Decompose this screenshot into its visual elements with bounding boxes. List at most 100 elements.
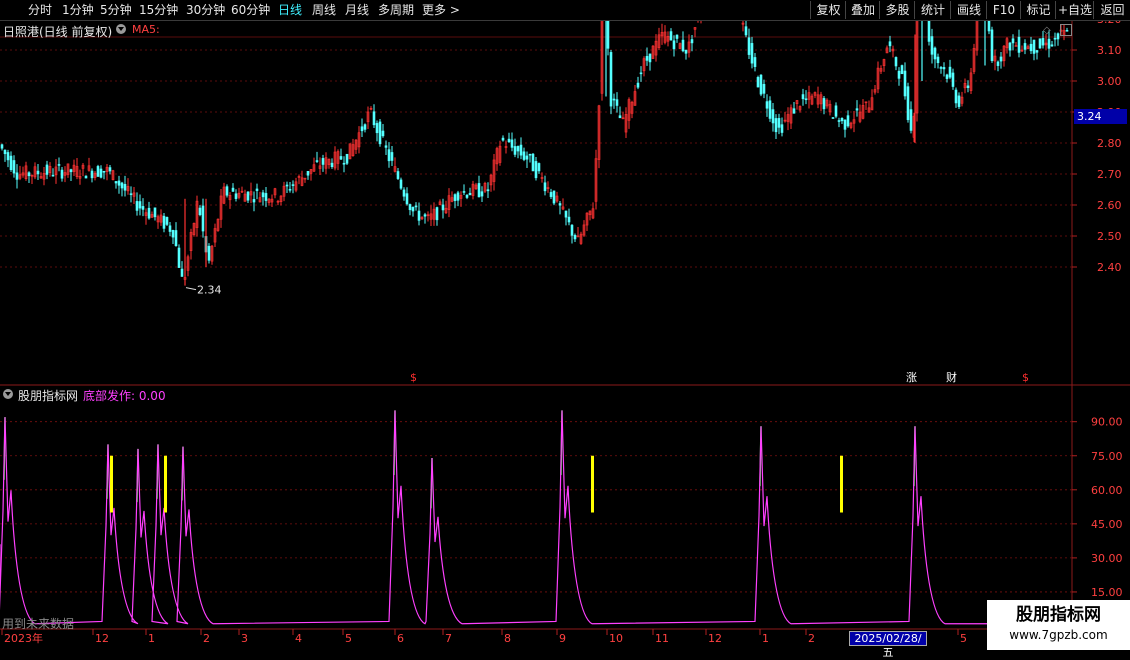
toolbar-button-4[interactable]: 画线 [950,1,987,19]
candle-body [411,206,415,212]
candle-body [951,72,955,87]
candle-body [522,151,526,160]
candle-body [99,168,103,178]
candle-body [165,217,169,225]
candle-body [558,203,562,206]
toolbar-tab-6[interactable]: 日线 [278,1,302,19]
candle-body [1056,33,1060,40]
candle-body [381,130,385,137]
candle-body [549,192,553,197]
toolbar-tab-5[interactable]: 60分钟 [231,1,270,19]
candle-body [906,86,910,121]
toolbar-button-0[interactable]: 复权 [810,1,846,19]
toolbar-button-6[interactable]: 标记 [1020,1,1056,19]
price-tick-label: 2.70 [1097,168,1122,181]
candle-body [990,29,994,61]
candle-body [207,245,211,261]
candle-body [3,149,7,155]
time-axis-label: 3 [241,632,248,645]
candle-body [345,153,349,164]
candle-body [537,163,541,172]
panel-toggle-icon[interactable] [1060,24,1072,36]
indicator-tick-label: 15.00 [1091,586,1123,599]
time-axis-label: 1 [148,632,155,645]
candle-body [84,175,88,179]
toolbar-tab-1[interactable]: 1分钟 [62,1,94,19]
time-axis-label: 12 [95,632,109,645]
candle-body [525,155,529,160]
candle-body [1017,36,1021,53]
diamond-icon[interactable]: ◇ [1043,25,1051,36]
candle-body [36,170,40,175]
candle-body [12,160,16,174]
low-label: 2.34 [197,284,222,297]
price-tick-label: 3.10 [1097,44,1122,57]
toolbar-button-3[interactable]: 统计 [914,1,951,19]
toolbar-tab-2[interactable]: 5分钟 [100,1,132,19]
candle-body [948,66,952,78]
candle-body [945,74,949,79]
time-axis-label: 2023年 [4,631,43,645]
candle-body [840,117,844,122]
candle-body [1047,38,1051,49]
toolbar-tab-8[interactable]: 月线 [345,1,369,19]
candle-body [255,188,259,191]
time-axis-label: 10 [609,632,623,645]
event-marker: 财 [946,370,957,384]
chevron-down-icon[interactable] [3,389,13,399]
toolbar-tab-9[interactable]: 多周期 [378,1,414,19]
toolbar-button-5[interactable]: F10 [986,1,1021,19]
time-axis-label: 5 [345,632,352,645]
toolbar-button-2[interactable]: 多股 [879,1,915,19]
candle-body [930,36,934,55]
candle-body [285,184,289,187]
candle-body [342,162,346,165]
candle-body [363,124,367,130]
candle-body [477,183,481,198]
toolbar-tab-3[interactable]: 15分钟 [139,1,178,19]
time-axis-label: 9 [559,632,566,645]
toolbar-tab-7[interactable]: 周线 [312,1,336,19]
candle-body [291,184,295,186]
candle-body [1053,37,1057,40]
toolbar-button-8[interactable]: 返回 [1093,1,1130,19]
candle-body [639,72,643,75]
candle-body [153,207,157,218]
candle-body [543,182,547,192]
candle-body [378,121,382,145]
candle-body [417,210,421,221]
toolbar-tab-0[interactable]: 分时 [28,1,52,19]
candle-body [897,70,901,79]
candle-body [408,204,412,211]
candle-body [954,89,958,104]
candle-body [390,152,394,161]
candle-body [51,174,55,177]
candle-body [9,155,13,171]
candle-body [675,34,679,39]
candle-body [909,109,913,131]
indicator-value: 底部发作: 0.00 [83,389,166,403]
chevron-down-icon[interactable] [116,24,126,34]
candle-body [933,47,937,60]
event-marker: 涨 [906,371,917,384]
candle-body [753,57,757,67]
candle-body [1041,38,1045,46]
candle-body [465,194,469,198]
candle-body [855,108,859,111]
toolbar-button-7[interactable]: +自选 [1055,1,1094,19]
toolbar-tab-4[interactable]: 30分钟 [186,1,225,19]
toolbar-tab-10[interactable]: 更多 > [422,1,460,19]
candle-body [768,100,772,119]
candle-body [180,268,184,277]
candle-body [822,98,826,110]
toolbar-button-1[interactable]: 叠加 [845,1,880,19]
time-axis-label: 6 [397,632,404,645]
candle-body [684,49,688,54]
candle-body [117,180,121,186]
candle-body [552,190,556,204]
signal-bar [110,455,113,513]
candle-body [462,191,466,193]
candle-body [321,158,325,165]
chart-canvas[interactable]: 3.403.303.203.103.002.902.802.702.602.50… [0,0,1130,650]
candle-body [108,167,112,172]
